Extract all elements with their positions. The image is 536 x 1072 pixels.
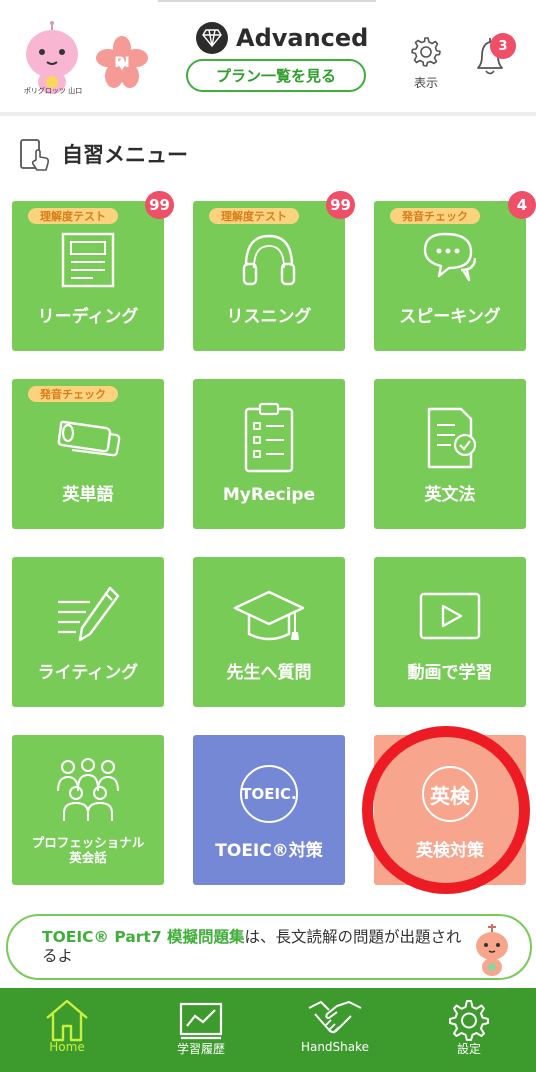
notification-count-badge: 3 [490,33,516,59]
tile-label: TOEIC®対策 [215,841,323,861]
people-group-icon [57,758,119,821]
document-check-icon [427,407,477,469]
tile-tag: 発音チェック [28,386,118,402]
tile-listening[interactable]: 理解度テスト 99 リスニング [193,191,355,351]
nav-label: 学習履歴 [176,1042,225,1056]
tile-tag: 発音チェック [390,208,480,224]
app-header: ポリグロッツ 山口 PI Advanced プラン一覧を見る 表示 3 [0,0,536,112]
play-video-icon [419,592,481,640]
tile-label: 先生へ質問 [226,663,312,683]
highlight-circle [362,726,530,894]
headphones-icon [242,234,296,286]
plan-list-button[interactable]: プラン一覧を見る [186,59,366,92]
tile-professional-conversation[interactable]: プロフェッショナル 英会話 [12,735,164,885]
pencil-lines-icon [58,586,120,642]
gear-icon [411,37,441,67]
chart-icon [179,1002,223,1040]
tile-label: 英文法 [424,485,476,505]
tile-label: 英単語 [62,485,114,505]
tile-count-badge: 99 [145,191,174,219]
tile-grammar[interactable]: 英文法 [374,379,526,529]
nav-label: HandShake [300,1040,370,1054]
tile-video-learning[interactable]: 動画で学習 [374,557,526,707]
mascot-icon [476,924,508,976]
tile-count-badge: 99 [326,191,355,219]
clipboard-list-icon [244,402,294,473]
tile-ask-teacher[interactable]: 先生へ質問 [193,557,345,707]
tile-label: リスニング [226,307,312,327]
display-label: 表示 [413,76,438,90]
pi-flower-logo: PI [96,36,148,88]
newspaper-icon [61,232,115,288]
nav-handshake[interactable]: HandShake [268,988,402,1072]
tile-vocabulary[interactable]: 発音チェック 英単語 [12,379,164,529]
tile-toeic[interactable]: TOEIC. TOEIC®対策 [193,735,345,885]
tip-bubble[interactable]: TOEIC® Part7 模擬問題集は、長文読解の問題が出題されるよ [6,914,532,980]
diamond-icon [196,22,228,54]
nav-settings[interactable]: 設定 [402,988,536,1072]
flashcards-icon [57,420,121,457]
section-title-text: 自習メニュー [62,143,188,167]
tile-writing[interactable]: ライティング [12,557,164,707]
nav-label: 設定 [456,1042,481,1056]
tile-tag: 理解度テスト [209,208,299,224]
tile-count-badge: 4 [508,191,536,219]
self-study-menu-title: 自習メニュー [18,136,188,172]
graduation-cap-icon [233,590,305,641]
tile-label: ライティング [37,663,139,683]
tile-label: 動画で学習 [407,663,493,683]
plan-indicator: Advanced [196,22,368,54]
plan-name: Advanced [236,24,369,52]
phone-tap-icon [20,139,50,171]
tip-text: TOEIC® Part7 模擬問題集は、長文読解の問題が出題されるよ [42,928,462,966]
display-settings-button[interactable]: 表示 [404,36,448,92]
mascot-label: ポリグロッツ 山口 [23,87,83,95]
tile-tag: 理解度テスト [28,208,118,224]
tile-reading[interactable]: 理解度テスト 99 リーディング [12,191,174,351]
home-icon [46,999,88,1042]
tile-label: スピーキング [399,307,501,327]
bottom-navigation: Home 学習履歴 HandShake 設定 [0,988,536,1072]
tile-label: プロフェッショナル 英会話 [31,835,145,865]
nav-label: Home [49,1040,85,1054]
tile-speaking[interactable]: 発音チェック 4 スピーキング [374,191,536,351]
tip-highlight: TOEIC® Part7 模擬問題集 [42,928,245,946]
nav-home[interactable]: Home [0,988,134,1072]
nav-study-history[interactable]: 学習履歴 [134,988,268,1072]
tile-label: MyRecipe [222,485,316,505]
tile-myrecipe[interactable]: MyRecipe [193,379,345,529]
header-divider [0,112,536,116]
handshake-icon [308,1000,362,1034]
tile-label: リーディング [37,307,139,327]
pi-logo-text: PI [114,55,129,71]
gear-icon [449,1000,489,1041]
toeic-logo-icon: TOEIC. [240,765,298,823]
chat-bubbles-icon [423,232,477,282]
